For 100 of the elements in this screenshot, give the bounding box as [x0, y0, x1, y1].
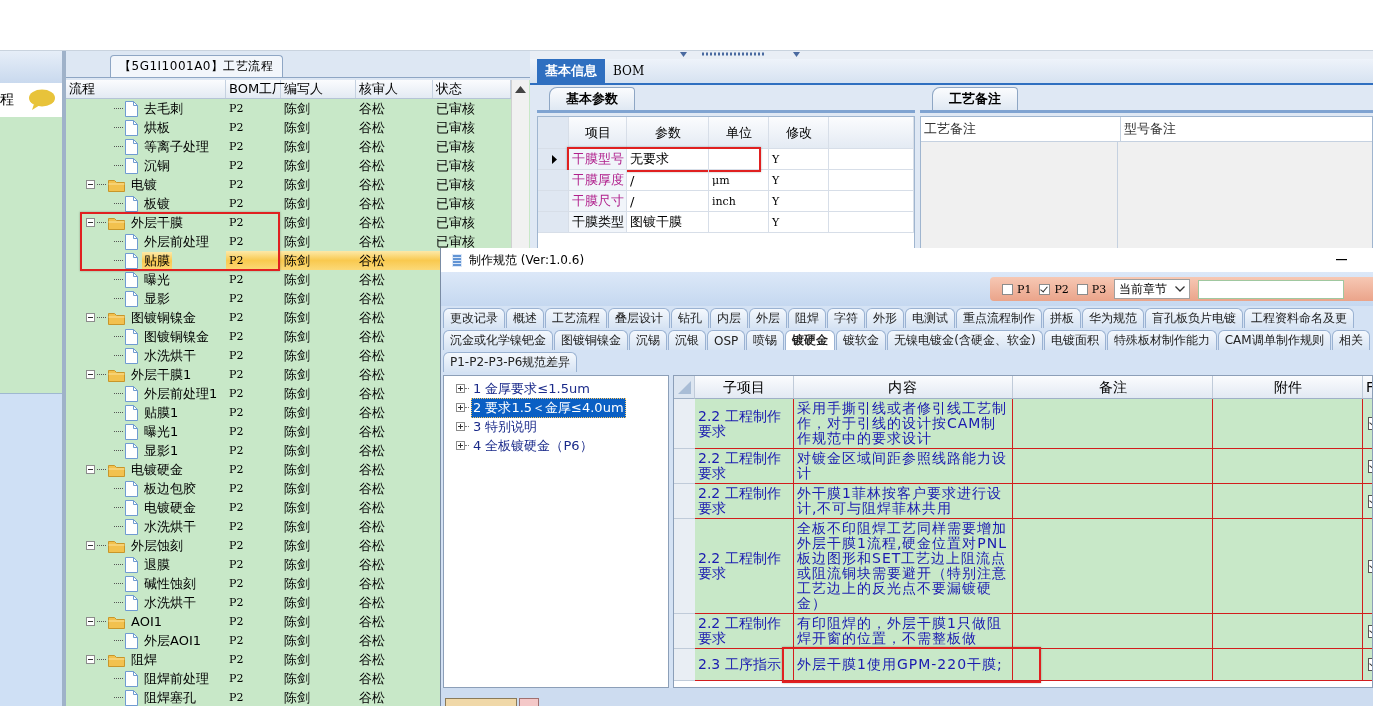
bottom-tab[interactable]: [519, 698, 539, 706]
tree-item[interactable]: 去毛刺: [142, 99, 185, 118]
outline-item[interactable]: 2 要求1.5＜金厚≤4.0um: [471, 397, 626, 418]
panel-tab[interactable]: 基本参数: [549, 87, 635, 110]
tab[interactable]: 工艺流程: [545, 308, 607, 328]
tree-item[interactable]: AOI1: [129, 614, 164, 629]
tab[interactable]: 更改记录: [443, 308, 505, 328]
checkbox[interactable]: [1076, 283, 1088, 295]
tab[interactable]: 叠层设计: [608, 308, 670, 328]
tree-item[interactable]: 外层前处理1: [142, 384, 220, 403]
tab[interactable]: 华为规范: [1082, 308, 1144, 328]
tab[interactable]: 钻孔: [671, 308, 709, 328]
tab[interactable]: 沉锡: [629, 330, 667, 350]
table-cell-text: P2: [228, 595, 245, 611]
document-icon: [125, 499, 138, 516]
tree-item[interactable]: 碱性蚀刻: [142, 574, 198, 593]
tree-item[interactable]: 显影: [142, 289, 172, 308]
column-header[interactable]: 参数: [627, 117, 709, 149]
tab[interactable]: 沉银: [668, 330, 706, 350]
collapse-icon[interactable]: [86, 465, 95, 474]
tree-item[interactable]: 退膜: [142, 555, 172, 574]
column-header[interactable]: 型号备注: [1121, 117, 1176, 141]
tab[interactable]: 基本信息: [537, 59, 605, 83]
tree-item[interactable]: 外层干膜1: [129, 365, 194, 384]
tab[interactable]: BOM: [605, 59, 653, 83]
tab[interactable]: 字符: [827, 308, 865, 328]
tree-item[interactable]: 贴膜: [142, 251, 172, 270]
collapse-icon[interactable]: [86, 617, 95, 626]
tab[interactable]: P1-P2-P3-P6规范差异: [443, 352, 578, 372]
tab[interactable]: 电镀面积: [1043, 330, 1106, 350]
column-header[interactable]: 工艺备注: [921, 117, 1121, 141]
tab[interactable]: 无镍电镀金(含硬金、软金): [887, 330, 1043, 350]
tree-item[interactable]: 电镀: [129, 175, 159, 194]
tab[interactable]: 外形: [866, 308, 904, 328]
column-header[interactable]: 核审人: [356, 80, 433, 98]
column-header[interactable]: 修改: [769, 117, 829, 149]
checkbox[interactable]: [1039, 283, 1051, 295]
outline-item[interactable]: 4 全板镀硬金（P6）: [471, 435, 595, 456]
tree-item[interactable]: 电镀硬金: [129, 460, 185, 479]
tree-item[interactable]: 电镀硬金: [142, 498, 198, 517]
tree-item[interactable]: 水洗烘干: [142, 346, 198, 365]
tab[interactable]: 概述: [506, 308, 544, 328]
tab[interactable]: CAM调单制作规则: [1217, 330, 1331, 350]
tab[interactable]: 喷锡: [746, 330, 785, 350]
column-header[interactable]: 流程: [66, 80, 226, 98]
collapse-icon[interactable]: [86, 313, 95, 322]
scope-dropdown[interactable]: 当前章节: [1114, 279, 1191, 299]
tree-item[interactable]: 外层干膜: [129, 213, 185, 232]
tab[interactable]: 内层: [710, 308, 748, 328]
tree-item[interactable]: 阻焊塞孔: [142, 688, 198, 706]
tab[interactable]: 沉金或化学镍钯金: [443, 330, 553, 350]
tab[interactable]: OSP: [707, 330, 746, 350]
tree-item[interactable]: 显影1: [142, 441, 181, 460]
collapse-icon[interactable]: [86, 218, 95, 227]
collapse-icon[interactable]: [86, 180, 95, 189]
column-header[interactable]: 编写人: [281, 80, 356, 98]
tree-item[interactable]: 板边包胶: [142, 479, 198, 498]
tab[interactable]: 相关: [1331, 330, 1370, 350]
tree-item[interactable]: 沉铜: [142, 156, 172, 175]
tree-item[interactable]: 阻焊: [129, 650, 159, 669]
outline-item[interactable]: 3 特别说明: [471, 416, 540, 437]
tree-item[interactable]: 外层蚀刻: [129, 536, 185, 555]
collapse-icon[interactable]: [86, 655, 95, 664]
tree-item[interactable]: 外层前处理: [142, 232, 211, 251]
tree-item[interactable]: 烘板: [142, 118, 172, 137]
tree-item[interactable]: 外层AOI1: [142, 631, 203, 650]
collapse-icon[interactable]: [86, 541, 95, 550]
tree-item[interactable]: 贴膜1: [142, 403, 181, 422]
search-field[interactable]: [1198, 279, 1345, 299]
tab[interactable]: 阻焊: [788, 308, 826, 328]
tab[interactable]: 盲孔板负片电镀: [1145, 308, 1243, 328]
tab[interactable]: 电测试: [905, 308, 955, 328]
tab[interactable]: 拼板: [1043, 308, 1081, 328]
panel-tab[interactable]: 工艺备注: [932, 87, 1018, 110]
panel-tab[interactable]: 【5G1I1001A0】工艺流程: [110, 55, 283, 77]
tab[interactable]: 工程资料命名及更: [1244, 308, 1354, 328]
tree-item[interactable]: 阻焊前处理: [142, 669, 211, 688]
tab[interactable]: 图镀铜镍金: [554, 330, 628, 350]
tree-item[interactable]: 曝光1: [142, 422, 181, 441]
tree-item[interactable]: 曝光: [142, 270, 172, 289]
column-header[interactable]: 单位: [709, 117, 769, 149]
tree-item[interactable]: 图镀铜镍金: [142, 327, 211, 346]
tab[interactable]: 重点流程制作: [956, 308, 1042, 328]
tree-item[interactable]: 板镀: [142, 194, 172, 213]
tab[interactable]: 镀软金: [836, 330, 887, 350]
outline-item[interactable]: 1 金厚要求≤1.5um: [471, 378, 592, 399]
tree-item[interactable]: 等离子处理: [142, 137, 211, 156]
tab[interactable]: 特殊板材制作能力: [1106, 330, 1217, 350]
tab[interactable]: 镀硬金: [785, 330, 836, 350]
tree-item[interactable]: 水洗烘干: [142, 593, 198, 612]
checkbox[interactable]: [1002, 283, 1013, 295]
expand-icon[interactable]: [456, 422, 465, 431]
tree-item[interactable]: 水洗烘干: [142, 517, 198, 536]
expand-icon[interactable]: [456, 384, 465, 393]
tree-item[interactable]: 图镀铜镍金: [129, 308, 198, 327]
collapse-icon[interactable]: [86, 370, 95, 379]
expand-icon[interactable]: [456, 403, 465, 412]
tab[interactable]: 外层: [749, 308, 787, 328]
bottom-tab[interactable]: [445, 698, 517, 706]
expand-icon[interactable]: [456, 441, 465, 450]
